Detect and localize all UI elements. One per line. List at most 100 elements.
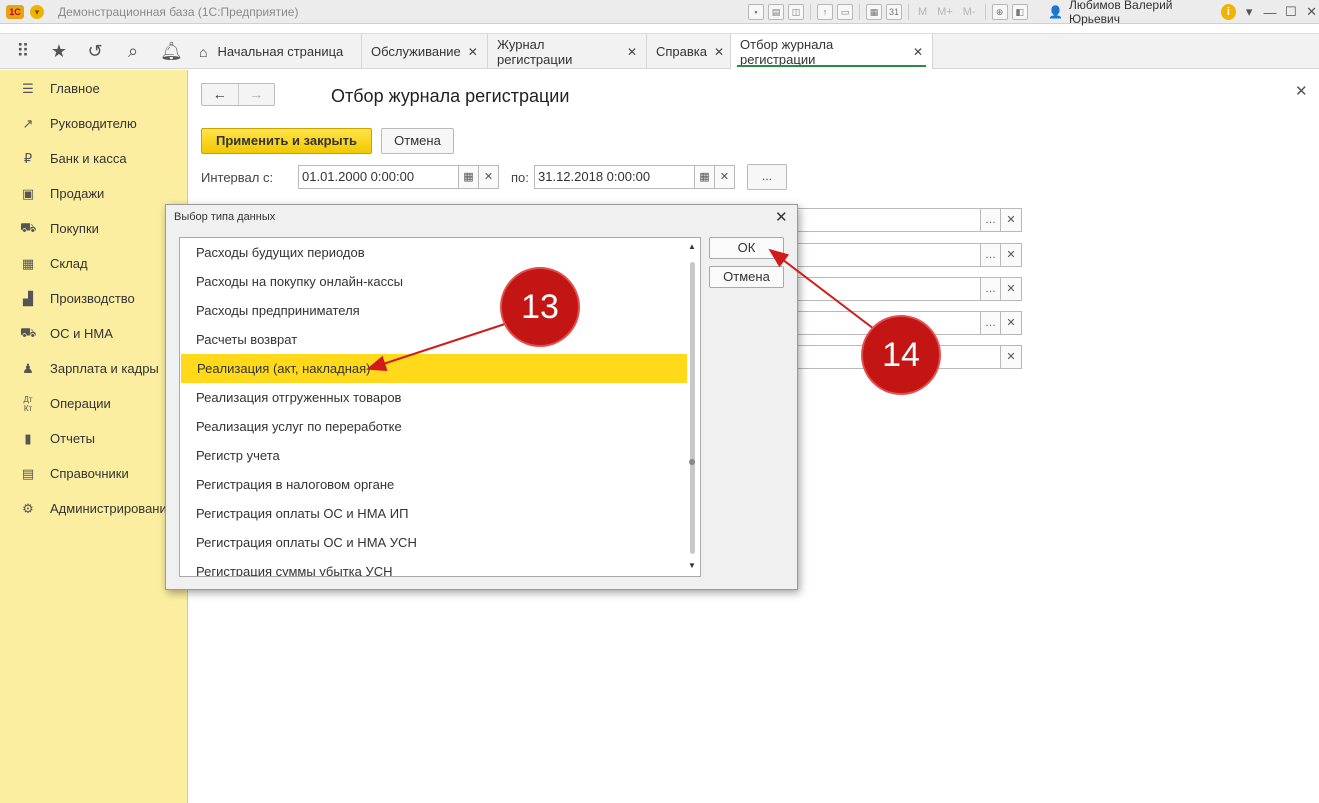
- period-select-button[interactable]: ...: [747, 164, 787, 190]
- sidebar-item-production[interactable]: ▟ Производство: [0, 281, 188, 316]
- select-button[interactable]: …: [980, 311, 1001, 335]
- calendar-icon[interactable]: 31: [886, 4, 902, 20]
- sidebar-item-directories[interactable]: ▤ Справочники: [0, 456, 188, 491]
- bell-icon[interactable]: 🔔︎: [160, 42, 183, 60]
- tab-journal[interactable]: Журнал регистрации ✕: [488, 34, 647, 69]
- date-to-field[interactable]: 31.12.2018 0:00:00: [534, 165, 695, 189]
- clear-icon[interactable]: ✕: [1000, 311, 1022, 335]
- window-close-button[interactable]: ✕: [1304, 4, 1319, 20]
- list-item[interactable]: Расходы на покупку онлайн-кассы: [180, 267, 688, 296]
- memory-button[interactable]: M: [915, 6, 930, 18]
- document-icon[interactable]: ▭: [837, 4, 853, 20]
- sidebar-item-label: Отчеты: [50, 431, 95, 446]
- scroll-down-icon[interactable]: ▼: [688, 561, 696, 570]
- divider: [908, 4, 909, 20]
- filter-field[interactable]: [789, 208, 981, 232]
- filter-field[interactable]: [789, 243, 981, 267]
- select-button[interactable]: …: [980, 243, 1001, 267]
- tab-label: Обслуживание: [371, 44, 461, 59]
- select-button[interactable]: …: [980, 208, 1001, 232]
- minimize-button[interactable]: —: [1263, 5, 1278, 20]
- back-arrow-icon[interactable]: ←: [202, 84, 238, 105]
- search-icon[interactable]: ⌕: [122, 42, 144, 60]
- scroll-up-icon[interactable]: ▲: [688, 242, 696, 251]
- sidebar-item-sales[interactable]: ▣ Продажи: [0, 176, 188, 211]
- list-item[interactable]: Реализация услуг по переработке: [180, 412, 688, 441]
- sidebar-item-salary[interactable]: ♟ Зарплата и кадры: [0, 351, 188, 386]
- sidebar-item-operations[interactable]: Дт Кт Операции: [0, 386, 188, 421]
- list-item-selected[interactable]: Реализация (акт, накладная): [181, 354, 687, 383]
- date-from-field[interactable]: 01.01.2000 0:00:00: [298, 165, 459, 189]
- upload-icon[interactable]: ↑: [817, 4, 833, 20]
- sidebar-item-label: Покупки: [50, 221, 99, 236]
- history-icon[interactable]: ↺: [84, 42, 106, 60]
- memory-subtract-button[interactable]: M-: [960, 6, 979, 18]
- app-logo-icon[interactable]: 1С: [6, 4, 24, 19]
- forward-arrow-icon[interactable]: →: [237, 84, 275, 105]
- dialog-cancel-button[interactable]: Отмена: [709, 266, 784, 288]
- apply-and-close-button[interactable]: Применить и закрыть: [201, 128, 372, 154]
- info-icon[interactable]: i: [1221, 4, 1236, 20]
- scroll-position-marker[interactable]: [689, 459, 695, 465]
- calculator-icon[interactable]: ▦: [866, 4, 882, 20]
- chevron-down-icon[interactable]: ▾: [1242, 4, 1257, 20]
- close-icon[interactable]: ✕: [714, 45, 724, 59]
- panels-icon[interactable]: ◧: [1011, 4, 1028, 20]
- main-menu-icon[interactable]: ▾: [30, 4, 44, 19]
- list-item[interactable]: Расходы будущих периодов: [180, 238, 688, 267]
- close-icon[interactable]: ✕: [913, 45, 923, 59]
- data-type-list[interactable]: Расходы будущих периодов Расходы на поку…: [179, 237, 701, 577]
- clear-icon[interactable]: ✕: [1000, 243, 1022, 267]
- preview-icon[interactable]: ◫: [788, 4, 804, 20]
- clear-icon[interactable]: ✕: [1000, 345, 1022, 369]
- calendar-icon[interactable]: ▦: [458, 165, 479, 189]
- ok-button[interactable]: ОК: [709, 237, 784, 259]
- close-icon[interactable]: ✕: [775, 208, 788, 226]
- list-item[interactable]: Реализация отгруженных товаров: [180, 383, 688, 412]
- sidebar-item-admin[interactable]: ⚙ Администрирование: [0, 491, 188, 526]
- clear-icon[interactable]: ✕: [478, 165, 499, 189]
- sidebar-item-manager[interactable]: ↗ Руководителю: [0, 106, 188, 141]
- sidebar-item-reports[interactable]: ▮ Отчеты: [0, 421, 188, 456]
- close-icon[interactable]: ✕: [468, 45, 478, 59]
- form-close-icon[interactable]: ✕: [1295, 82, 1308, 100]
- save-icon[interactable]: ▪: [748, 4, 764, 20]
- sidebar-item-label: ОС и НМА: [50, 326, 113, 341]
- clear-icon[interactable]: ✕: [1000, 208, 1022, 232]
- list-item[interactable]: Регистр учета: [180, 441, 688, 470]
- memory-add-button[interactable]: M+: [934, 6, 956, 18]
- tab-journal-filter[interactable]: Отбор журнала регистрации ✕: [731, 34, 933, 69]
- list-item[interactable]: Регистрация оплаты ОС и НМА УСН: [180, 528, 688, 557]
- apps-grid-icon[interactable]: ⠿: [12, 42, 34, 60]
- person-icon: ♟: [22, 360, 34, 376]
- calendar-icon[interactable]: ▦: [694, 165, 715, 189]
- tab-home[interactable]: ⌂ Начальная страница: [190, 34, 362, 69]
- scrollbar[interactable]: [690, 262, 695, 554]
- filter-field[interactable]: [789, 277, 981, 301]
- warehouse-icon: ▦: [21, 255, 35, 271]
- sidebar-item-main[interactable]: ☰ Главное: [0, 71, 188, 106]
- sidebar-item-warehouse[interactable]: ▦ Склад: [0, 246, 188, 281]
- clear-icon[interactable]: ✕: [1000, 277, 1022, 301]
- star-icon[interactable]: ★: [48, 42, 70, 60]
- zoom-icon[interactable]: ⊕: [991, 4, 1008, 20]
- list-item[interactable]: Расчеты возврат: [180, 325, 688, 354]
- list-item[interactable]: Регистрация суммы убытка УСН: [180, 557, 688, 576]
- sidebar-item-purchases[interactable]: ⛟ Покупки: [0, 211, 188, 246]
- tab-service[interactable]: Обслуживание ✕: [362, 34, 488, 69]
- tab-help[interactable]: Справка ✕: [647, 34, 731, 69]
- sidebar-item-bank[interactable]: ₽ Банк и касса: [0, 141, 188, 176]
- list-item[interactable]: Расходы предпринимателя: [180, 296, 688, 325]
- print-icon[interactable]: ▤: [768, 4, 784, 20]
- maximize-button[interactable]: ☐: [1283, 4, 1298, 20]
- select-button[interactable]: …: [980, 277, 1001, 301]
- user-name[interactable]: Любимов Валерий Юрьевич: [1069, 0, 1215, 26]
- list-item[interactable]: Регистрация оплаты ОС и НМА ИП: [180, 499, 688, 528]
- sidebar-item-assets[interactable]: ⛟ ОС и НМА: [0, 316, 188, 351]
- clear-icon[interactable]: ✕: [714, 165, 735, 189]
- tab-label: Начальная страница: [217, 44, 344, 59]
- cancel-button[interactable]: Отмена: [381, 128, 454, 154]
- close-icon[interactable]: ✕: [627, 45, 637, 59]
- app-title: Демонстрационная база (1С:Предприятие): [58, 4, 299, 19]
- list-item[interactable]: Регистрация в налоговом органе: [180, 470, 688, 499]
